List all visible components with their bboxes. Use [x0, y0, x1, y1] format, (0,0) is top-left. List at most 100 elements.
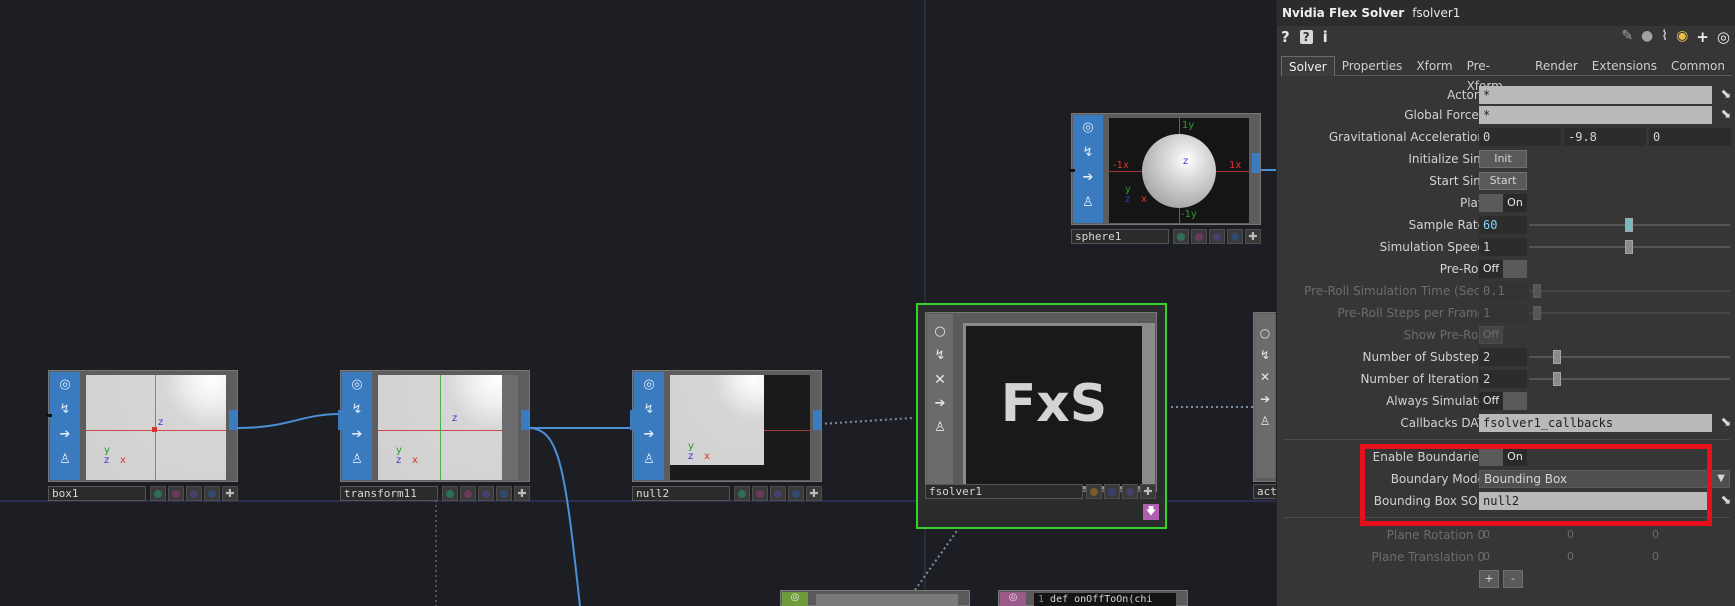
add-block-button[interactable]: + — [1479, 570, 1499, 588]
flag-plus[interactable]: ✚ — [1245, 229, 1261, 244]
tab-common[interactable]: Common — [1664, 56, 1732, 76]
python-icon[interactable]: ◉ — [1676, 28, 1688, 46]
flag-violet[interactable] — [770, 486, 786, 501]
target-icon[interactable]: ◎ — [1717, 28, 1730, 46]
viewer-icon[interactable]: ◎ — [56, 376, 74, 394]
start-button[interactable]: Start — [1479, 172, 1527, 190]
output-port[interactable] — [813, 410, 821, 430]
grav-x-field[interactable]: 0 — [1479, 128, 1561, 146]
output-port[interactable] — [521, 410, 529, 430]
flag-plus[interactable]: ✚ — [1140, 484, 1156, 499]
viewer-icon[interactable]: ◎ — [782, 592, 808, 606]
grav-z-field[interactable]: 0 — [1649, 128, 1731, 146]
display-icon[interactable]: ➔ — [348, 426, 366, 444]
tab-properties[interactable]: Properties — [1335, 56, 1410, 76]
bypass-icon[interactable]: ↯ — [56, 401, 74, 419]
viewer-icon[interactable]: ○ — [1260, 326, 1270, 340]
flag-violet[interactable] — [1209, 229, 1225, 244]
comment-icon[interactable]: ● — [1641, 28, 1653, 46]
node-flag-strip[interactable]: ○ ↯ ✕ ➔ ♙ — [1255, 314, 1275, 478]
global-forces-field[interactable]: * — [1479, 106, 1712, 124]
remove-block-button[interactable]: - — [1503, 570, 1523, 588]
close-icon[interactable]: ✕ — [931, 371, 949, 389]
sample-rate-field[interactable]: 60 — [1479, 216, 1527, 234]
flag-blue[interactable] — [204, 486, 220, 501]
node-flags[interactable]: ✚ — [734, 486, 822, 501]
close-icon[interactable]: ✕ — [1260, 370, 1270, 384]
node-viewer[interactable]: y z x — [670, 375, 810, 480]
input-port[interactable] — [1069, 169, 1075, 172]
node-flags[interactable]: ✚ — [442, 486, 530, 501]
slider-handle[interactable] — [1625, 240, 1633, 254]
output-port[interactable] — [1252, 153, 1260, 173]
python-help-icon[interactable]: ? — [1299, 30, 1313, 44]
drop-arrow-icon[interactable]: ⬊ — [1718, 414, 1734, 432]
flag-green[interactable] — [442, 486, 458, 501]
flag-green[interactable] — [150, 486, 166, 501]
tab-render[interactable]: Render — [1528, 56, 1585, 76]
input-port[interactable] — [338, 410, 346, 430]
drop-arrow-icon[interactable]: ⬊ — [1718, 106, 1734, 124]
play-toggle[interactable]: On — [1479, 194, 1527, 212]
edit-icon[interactable]: ✎ — [1621, 28, 1633, 46]
flag-blue[interactable] — [1227, 229, 1243, 244]
bypass-icon[interactable]: ↯ — [1260, 348, 1270, 362]
node-flag-strip[interactable]: ◎ ↯ ➔ ♙ — [50, 372, 80, 480]
display-icon[interactable]: ➔ — [931, 395, 949, 413]
flag-orange[interactable] — [1086, 484, 1102, 499]
sim-speed-field[interactable]: 1 — [1479, 238, 1527, 256]
display-icon[interactable]: ➔ — [56, 426, 74, 444]
always-simulate-toggle[interactable]: Off — [1479, 392, 1527, 410]
sim-speed-slider[interactable] — [1529, 240, 1730, 254]
flag-blue[interactable] — [1104, 484, 1120, 499]
display-icon[interactable]: ➔ — [1260, 392, 1270, 406]
flag-green[interactable] — [1173, 229, 1189, 244]
node-name-label[interactable]: fsolver1 — [925, 484, 1083, 499]
node-name-label[interactable]: sphere1 — [1071, 229, 1169, 244]
sample-rate-slider[interactable] — [1529, 218, 1730, 232]
node-name-label[interactable]: box1 — [48, 486, 146, 501]
bypass-icon[interactable]: ↯ — [931, 347, 949, 365]
node-flags[interactable]: ✚ — [1086, 484, 1156, 499]
bypass-icon[interactable]: ↯ — [348, 401, 366, 419]
viewer-icon[interactable]: ◎ — [348, 376, 366, 394]
flag-purple[interactable] — [752, 486, 768, 501]
node-flag-strip[interactable]: ◎ ↯ ➔ ♙ — [634, 372, 664, 480]
flag-purple[interactable] — [168, 486, 184, 501]
substeps-slider[interactable] — [1529, 350, 1730, 364]
viewer-icon[interactable]: ◎ — [1079, 119, 1097, 137]
iterations-field[interactable]: 2 — [1479, 370, 1527, 388]
viewer-icon[interactable]: ◎ — [1000, 592, 1026, 606]
pre-roll-toggle[interactable]: Off — [1479, 260, 1527, 278]
tab-pre-xform[interactable]: Pre-Xform — [1460, 56, 1528, 93]
input-port[interactable] — [630, 410, 638, 430]
drop-arrow-icon[interactable]: ⬊ — [1718, 492, 1734, 510]
viewer-icon[interactable]: ◎ — [640, 376, 658, 394]
iterations-slider[interactable] — [1529, 372, 1730, 386]
lock-icon[interactable]: ♙ — [931, 419, 949, 437]
slider-handle[interactable] — [1553, 372, 1561, 386]
flag-violet[interactable] — [186, 486, 202, 501]
flag-violet[interactable] — [1122, 484, 1138, 499]
output-port[interactable] — [229, 410, 237, 430]
slider-handle[interactable] — [1553, 350, 1561, 364]
lock-icon[interactable]: ♙ — [56, 451, 74, 469]
flag-violet[interactable] — [478, 486, 494, 501]
viewer-icon[interactable]: ○ — [931, 323, 949, 341]
bypass-icon[interactable]: ↯ — [1079, 144, 1097, 162]
network-editor[interactable]: ◎ ↯ ➔ ♙ z y z x box1 ✚ ◎ ↯ ➔ ♙ z y z x t… — [0, 0, 1276, 606]
drop-arrow-icon[interactable]: ⬊ — [1718, 86, 1734, 104]
node-flag-strip[interactable]: ◎ ↯ ➔ ♙ — [342, 372, 372, 480]
help-icon[interactable]: ? — [1281, 28, 1290, 46]
node-viewer[interactable]: z y z x — [378, 375, 502, 480]
node-flag-strip[interactable]: ○ ↯ ✕ ➔ ♙ — [927, 314, 953, 490]
callbacks-dat-field[interactable]: fsolver1_callbacks — [1479, 414, 1712, 432]
operator-name[interactable]: fsolver1 — [1412, 6, 1460, 20]
node-flags[interactable]: ✚ — [1173, 229, 1261, 244]
tab-xform[interactable]: Xform — [1409, 56, 1459, 76]
flag-purple[interactable] — [1191, 229, 1207, 244]
grav-y-field[interactable]: -9.8 — [1564, 128, 1646, 146]
flag-blue[interactable] — [496, 486, 512, 501]
init-button[interactable]: Init — [1479, 150, 1527, 168]
slider-handle[interactable] — [1625, 218, 1633, 232]
